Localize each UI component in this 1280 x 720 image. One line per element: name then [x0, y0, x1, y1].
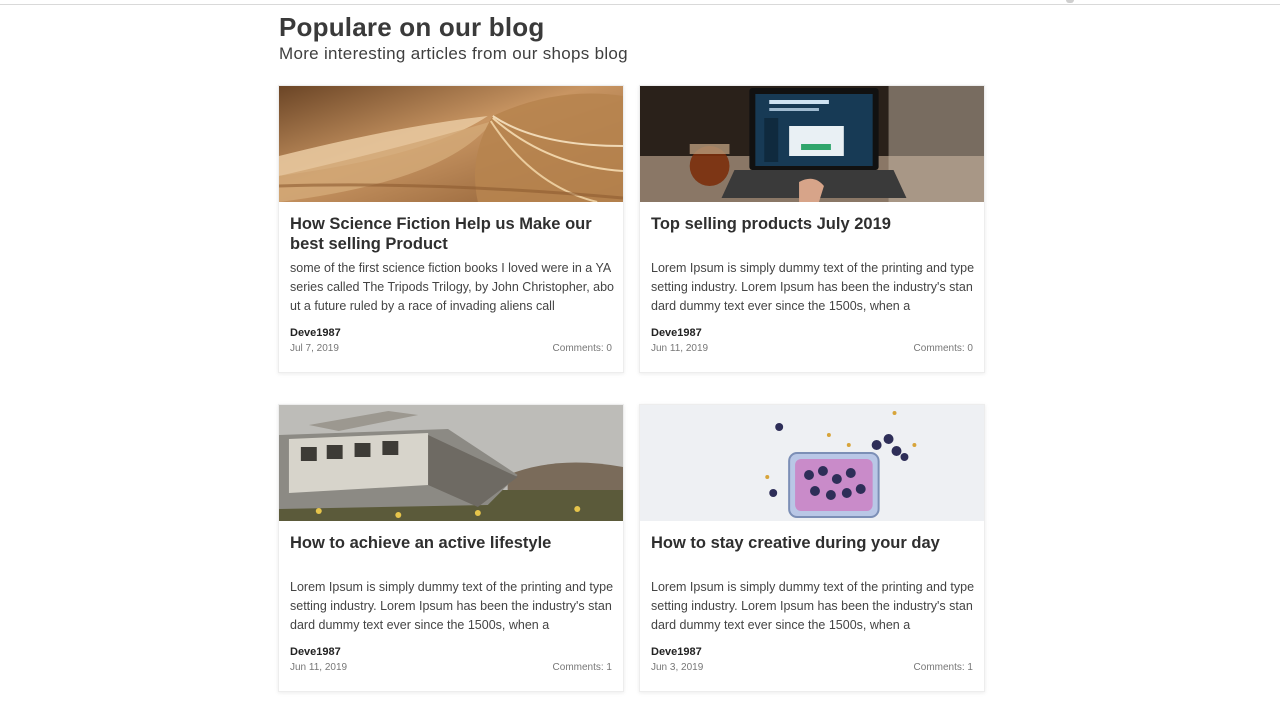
post-author: Deve1987: [290, 646, 341, 658]
post-author: Deve1987: [290, 327, 341, 339]
post-excerpt: some of the first science fiction books …: [290, 261, 614, 313]
blog-card[interactable]: How to achieve an active lifestyle Lorem…: [278, 404, 624, 692]
post-comments-count[interactable]: Comments: 0: [914, 343, 973, 354]
post-date: Jul 7, 2019: [290, 343, 339, 354]
blog-card[interactable]: How to stay creative during your day Lor…: [639, 404, 985, 692]
post-excerpt: Lorem Ipsum is simply dummy text of the …: [290, 580, 614, 632]
post-image[interactable]: [640, 405, 984, 521]
post-comments-count[interactable]: Comments: 0: [553, 343, 612, 354]
post-excerpt: Lorem Ipsum is simply dummy text of the …: [651, 261, 975, 313]
post-title[interactable]: How to achieve an active lifestyle: [290, 533, 614, 553]
post-image[interactable]: [279, 405, 623, 521]
post-title[interactable]: How to stay creative during your day: [651, 533, 975, 553]
post-date: Jun 11, 2019: [651, 343, 709, 354]
post-excerpt: Lorem Ipsum is simply dummy text of the …: [651, 580, 975, 632]
post-date: Jun 3, 2019: [651, 662, 704, 673]
shipwreck-image-icon: [279, 405, 623, 521]
section-subtitle: More interesting articles from our shops…: [279, 44, 628, 63]
blog-card[interactable]: Top selling products July 2019 Lorem Ips…: [639, 85, 985, 373]
post-comments-count[interactable]: Comments: 1: [553, 662, 612, 673]
post-comments-count[interactable]: Comments: 1: [914, 662, 973, 673]
laptop-image-icon: [640, 86, 984, 202]
post-image[interactable]: [279, 86, 623, 202]
section-title: Populare on our blog: [279, 12, 545, 42]
post-title[interactable]: How Science Fiction Help us Make our bes…: [290, 214, 614, 254]
blueberry-bowl-image-icon: [640, 405, 984, 521]
blog-card[interactable]: How Science Fiction Help us Make our bes…: [278, 85, 624, 373]
post-author: Deve1987: [651, 327, 702, 339]
post-author: Deve1987: [651, 646, 702, 658]
post-date: Jun 11, 2019: [290, 662, 348, 673]
header-edge-mark: [1066, 0, 1074, 3]
post-title[interactable]: Top selling products July 2019: [651, 214, 975, 234]
header-divider: [0, 4, 1280, 5]
post-image[interactable]: [640, 86, 984, 202]
open-book-image-icon: [279, 86, 623, 202]
